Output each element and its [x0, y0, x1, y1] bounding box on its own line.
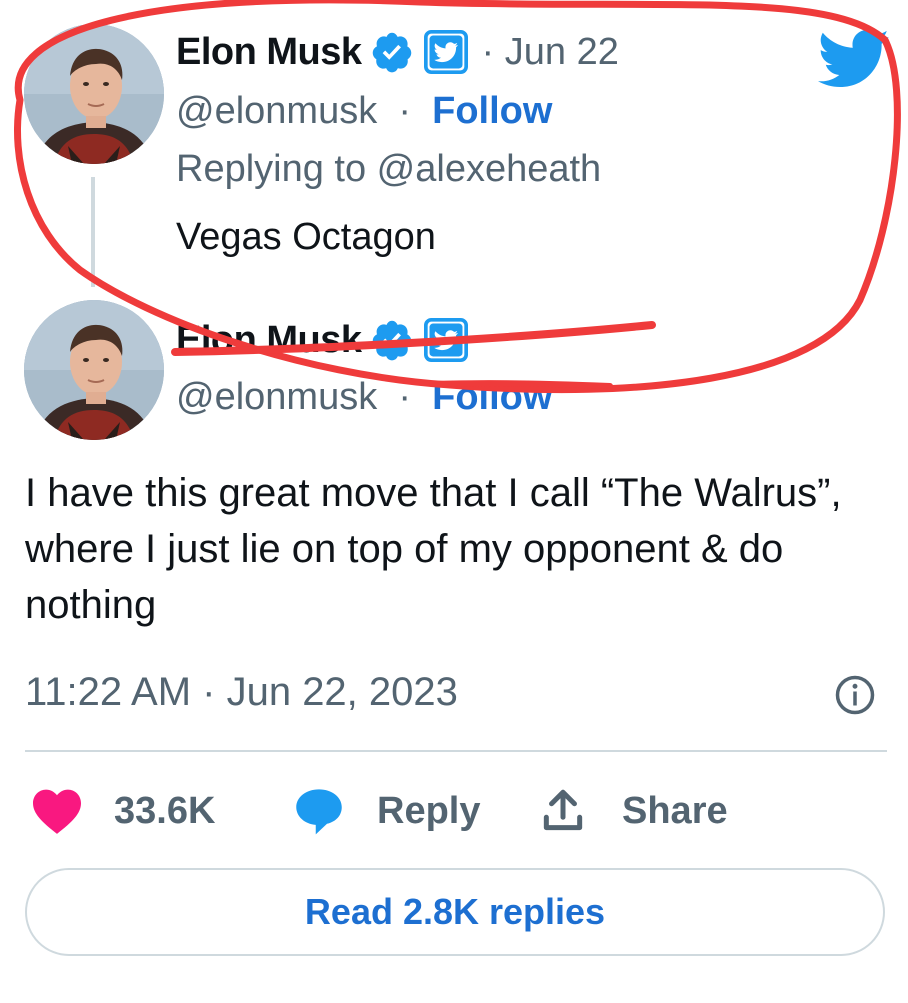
divider	[25, 750, 887, 752]
main-tweet-text: I have this great move that I call “The …	[25, 471, 842, 627]
reply-label: Reply	[377, 789, 481, 832]
author-name[interactable]: Elon Musk	[176, 319, 362, 362]
share-upload-icon	[538, 786, 588, 836]
main-handle-row: @elonmusk · Follow	[176, 376, 552, 419]
follow-button[interactable]: Follow	[432, 90, 552, 132]
info-icon[interactable]	[834, 674, 876, 716]
like-count: 33.6K	[114, 789, 216, 832]
main-author-row: Elon Musk	[176, 318, 468, 362]
twitter-affiliate-icon[interactable]	[423, 30, 468, 74]
heart-icon	[30, 787, 84, 835]
author-name[interactable]: Elon Musk	[176, 31, 362, 74]
verified-badge-icon[interactable]	[370, 30, 414, 74]
author-handle[interactable]: @elonmusk	[176, 90, 377, 132]
replying-to-label: Replying to @alexeheath	[176, 148, 602, 190]
speech-bubble-icon	[291, 785, 347, 837]
avatar[interactable]	[24, 24, 164, 164]
tweet-date[interactable]: · Jun 22	[482, 31, 619, 74]
parent-tweet-text: Vegas Octagon	[176, 216, 436, 258]
like-button[interactable]: 33.6K	[30, 783, 215, 839]
share-label: Share	[622, 789, 728, 832]
thread-connector-line	[91, 177, 95, 287]
separator-dot: ·	[387, 376, 422, 418]
verified-badge-icon[interactable]	[370, 318, 414, 362]
parent-handle-row: @elonmusk · Follow	[176, 90, 552, 133]
read-replies-button[interactable]: Read 2.8K replies	[25, 868, 885, 956]
separator-dot: ·	[387, 90, 422, 132]
share-button[interactable]: Share	[538, 783, 728, 839]
author-handle[interactable]: @elonmusk	[176, 376, 377, 418]
avatar[interactable]	[24, 300, 164, 440]
twitter-bird-icon[interactable]	[818, 30, 890, 90]
reply-button[interactable]: Reply	[291, 783, 480, 839]
tweet-timestamp[interactable]: 11:22 AM · Jun 22, 2023	[25, 670, 458, 715]
follow-button[interactable]: Follow	[432, 376, 552, 418]
parent-author-row: Elon Musk · Jun 22	[176, 30, 619, 74]
twitter-affiliate-icon[interactable]	[423, 318, 468, 362]
